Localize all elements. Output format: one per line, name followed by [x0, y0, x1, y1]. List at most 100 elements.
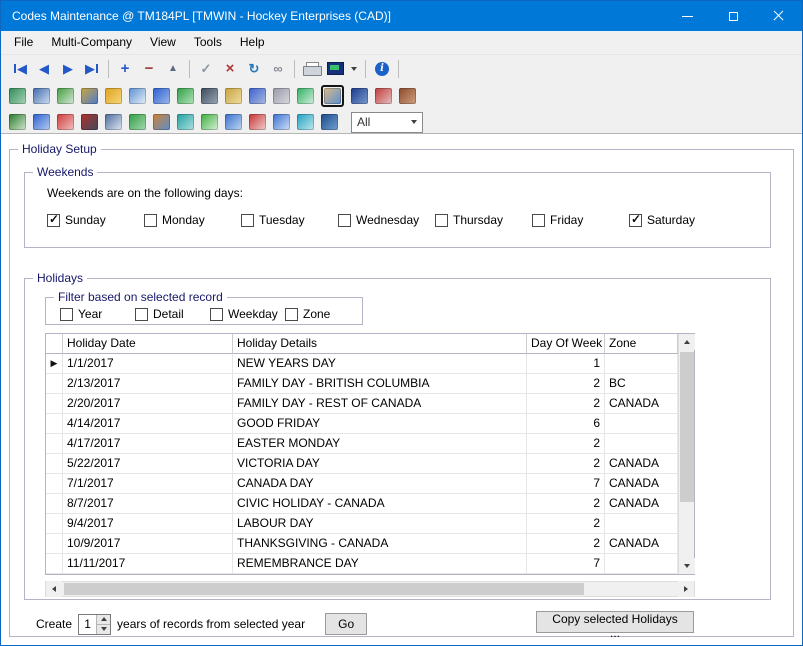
- vertical-scrollbar[interactable]: [678, 334, 694, 574]
- menu-item-help[interactable]: Help: [231, 32, 274, 52]
- flag-blue-icon[interactable]: [33, 114, 50, 130]
- checkbox-wednesday[interactable]: [338, 214, 351, 227]
- checkbox-friday[interactable]: [532, 214, 545, 227]
- unlink-icon[interactable]: ∞: [267, 58, 289, 80]
- menu-item-view[interactable]: View: [141, 32, 185, 52]
- spinner-up-button[interactable]: [97, 615, 110, 625]
- print-icon[interactable]: [300, 58, 322, 80]
- check-icon[interactable]: [201, 114, 218, 130]
- cancel-icon[interactable]: ×: [219, 58, 241, 80]
- checkbox-monday[interactable]: [144, 214, 157, 227]
- table-row[interactable]: ▶ 1/1/2017 NEW YEARS DAY 1: [46, 354, 678, 374]
- table-row[interactable]: 5/22/2017 VICTORIA DAY 2 CANADA: [46, 454, 678, 474]
- export-icon[interactable]: [297, 88, 314, 104]
- checkbox-filter-year[interactable]: [60, 308, 73, 321]
- menu-item-file[interactable]: File: [5, 32, 42, 52]
- vertical-scrollbar-thumb[interactable]: [680, 352, 694, 502]
- previous-record-icon[interactable]: ◀: [33, 58, 55, 80]
- go-button[interactable]: Go: [325, 613, 367, 635]
- table-row[interactable]: 11/11/2017 REMEMBRANCE DAY 7: [46, 554, 678, 574]
- checkbox-thursday[interactable]: [435, 214, 448, 227]
- years-input[interactable]: [79, 615, 96, 634]
- table-row[interactable]: 8/7/2017 CIVIC HOLIDAY - CANADA 2 CANADA: [46, 494, 678, 514]
- scroll-left-button[interactable]: [46, 581, 62, 597]
- notes-icon[interactable]: [33, 88, 50, 104]
- car-icon[interactable]: [249, 114, 266, 130]
- holiday-codes-button[interactable]: [321, 85, 344, 107]
- table-row[interactable]: 4/17/2017 EASTER MONDAY 2: [46, 434, 678, 454]
- spinner-down-button[interactable]: [97, 625, 110, 634]
- save-icon[interactable]: ✓: [195, 58, 217, 80]
- checkbox-saturday[interactable]: [629, 214, 642, 227]
- table-row[interactable]: 7/1/2017 CANADA DAY 7 CANADA: [46, 474, 678, 494]
- cell-day-of-week: 7: [527, 554, 605, 574]
- transfer-icon[interactable]: [177, 88, 194, 104]
- checkbox-tuesday[interactable]: [241, 214, 254, 227]
- delete-record-icon[interactable]: −: [138, 58, 160, 80]
- plane-icon[interactable]: [273, 114, 290, 130]
- info-icon[interactable]: i: [371, 58, 393, 80]
- column-header-holiday-date[interactable]: Holiday Date: [63, 334, 233, 354]
- contact-icon[interactable]: [201, 88, 218, 104]
- network-icon[interactable]: [81, 114, 98, 130]
- boat-icon[interactable]: [297, 114, 314, 130]
- money-icon[interactable]: [9, 114, 26, 130]
- star-icon[interactable]: [57, 114, 74, 130]
- globe-icon[interactable]: [321, 114, 338, 130]
- chart-icon[interactable]: [129, 114, 146, 130]
- upload-icon[interactable]: [177, 114, 194, 130]
- binoculars-icon[interactable]: [351, 88, 368, 104]
- first-record-icon[interactable]: ◀: [9, 58, 31, 80]
- checkbox-sunday[interactable]: [47, 214, 60, 227]
- codes-filter-combobox[interactable]: All: [351, 112, 423, 133]
- filter-zone: Zone: [285, 307, 360, 321]
- screen-dropdown-icon[interactable]: [348, 58, 360, 80]
- menu-item-tools[interactable]: Tools: [185, 32, 231, 52]
- scroll-down-icon: [684, 564, 690, 568]
- mail-icon[interactable]: [225, 88, 242, 104]
- column-header-holiday-details[interactable]: Holiday Details: [233, 334, 527, 354]
- link-icon[interactable]: [273, 88, 290, 104]
- table-row[interactable]: 4/14/2017 GOOD FRIDAY 6: [46, 414, 678, 434]
- save-disk-icon[interactable]: [249, 88, 266, 104]
- checkbox-filter-weekday[interactable]: [210, 308, 223, 321]
- last-record-icon[interactable]: ▶: [81, 58, 103, 80]
- refresh-icon[interactable]: ↻: [243, 58, 265, 80]
- horizontal-scrollbar-thumb[interactable]: [64, 583, 584, 595]
- print-codes-icon[interactable]: [375, 88, 392, 104]
- scroll-down-button[interactable]: [679, 558, 695, 574]
- checkbox-filter-detail[interactable]: [135, 308, 148, 321]
- discounts-icon[interactable]: [9, 88, 26, 104]
- table-row[interactable]: 2/13/2017 FAMILY DAY - BRITISH COLUMBIA …: [46, 374, 678, 394]
- minimize-button[interactable]: [664, 1, 710, 31]
- scroll-up-button[interactable]: [679, 334, 695, 350]
- cell-holiday-date: 5/22/2017: [63, 454, 233, 474]
- close-button[interactable]: [756, 1, 802, 31]
- copy-selected-holidays-button[interactable]: Copy selected Holidays ...: [536, 611, 694, 633]
- web-icon[interactable]: [225, 114, 242, 130]
- checkbox-filter-zone[interactable]: [285, 308, 298, 321]
- copy-icon[interactable]: [129, 88, 146, 104]
- years-spinner[interactable]: [78, 614, 111, 635]
- table-row[interactable]: 10/9/2017 THANKSGIVING - CANADA 2 CANADA: [46, 534, 678, 554]
- books-icon[interactable]: [153, 114, 170, 130]
- table-icon[interactable]: [81, 88, 98, 104]
- next-record-icon[interactable]: ▶: [57, 58, 79, 80]
- flag-icon[interactable]: [153, 88, 170, 104]
- approve-grid-icon[interactable]: [57, 88, 74, 104]
- menu-item-multi-company[interactable]: Multi-Company: [42, 32, 141, 52]
- column-header-zone[interactable]: Zone: [605, 334, 678, 354]
- table-row[interactable]: 2/20/2017 FAMILY DAY - REST OF CANADA 2 …: [46, 394, 678, 414]
- add-record-icon[interactable]: +: [114, 58, 136, 80]
- package-icon[interactable]: [399, 88, 416, 104]
- filter-year: Year: [60, 307, 135, 321]
- screen-icon[interactable]: [324, 58, 346, 80]
- table-row[interactable]: 9/4/2017 LABOUR DAY 2: [46, 514, 678, 534]
- maximize-button[interactable]: [710, 1, 756, 31]
- column-header-day-of-week[interactable]: Day Of Week: [527, 334, 605, 354]
- horizontal-scrollbar[interactable]: [45, 581, 695, 597]
- scroll-right-button[interactable]: [678, 581, 694, 597]
- move-up-icon[interactable]: ▲: [162, 58, 184, 80]
- report-icon[interactable]: [105, 114, 122, 130]
- shield-icon[interactable]: [105, 88, 122, 104]
